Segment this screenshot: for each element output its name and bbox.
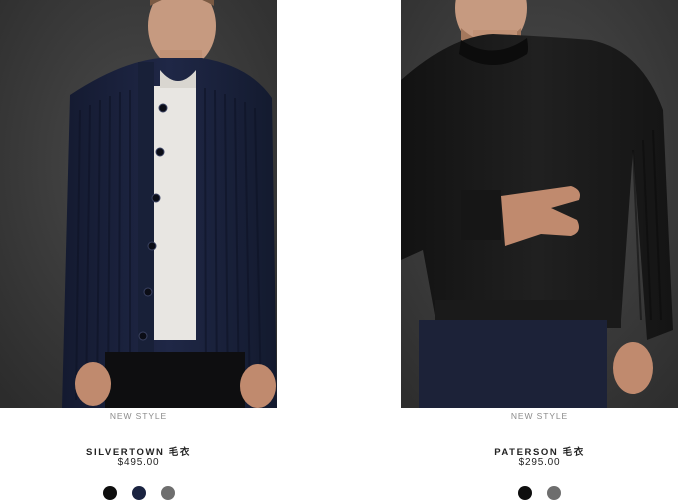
swatch-navy[interactable] [131, 486, 146, 500]
swatch-grey[interactable] [547, 486, 561, 500]
swatch-black[interactable] [518, 486, 532, 500]
product-name[interactable]: SILVERTOWN 毛衣 [0, 444, 277, 458]
swatch-black[interactable] [102, 486, 117, 500]
paterson-photo [401, 0, 678, 408]
product-name[interactable]: PATERSON 毛衣 [401, 444, 678, 458]
product-image-silvertown[interactable] [0, 0, 277, 408]
swatch-grey[interactable] [160, 486, 175, 500]
product-card-silvertown[interactable]: NEW STYLE SILVERTOWN 毛衣 $495.00 [0, 0, 277, 504]
product-card-paterson[interactable]: NEW STYLE PATERSON 毛衣 $295.00 [401, 0, 678, 504]
new-style-label: NEW STYLE [109, 411, 168, 421]
color-swatches [401, 486, 678, 500]
new-style-label: NEW STYLE [510, 411, 569, 421]
product-price: $495.00 [117, 457, 160, 468]
product-image-paterson[interactable] [401, 0, 678, 408]
silvertown-photo [0, 0, 277, 408]
product-price: $295.00 [518, 457, 561, 468]
color-swatches [0, 486, 277, 500]
